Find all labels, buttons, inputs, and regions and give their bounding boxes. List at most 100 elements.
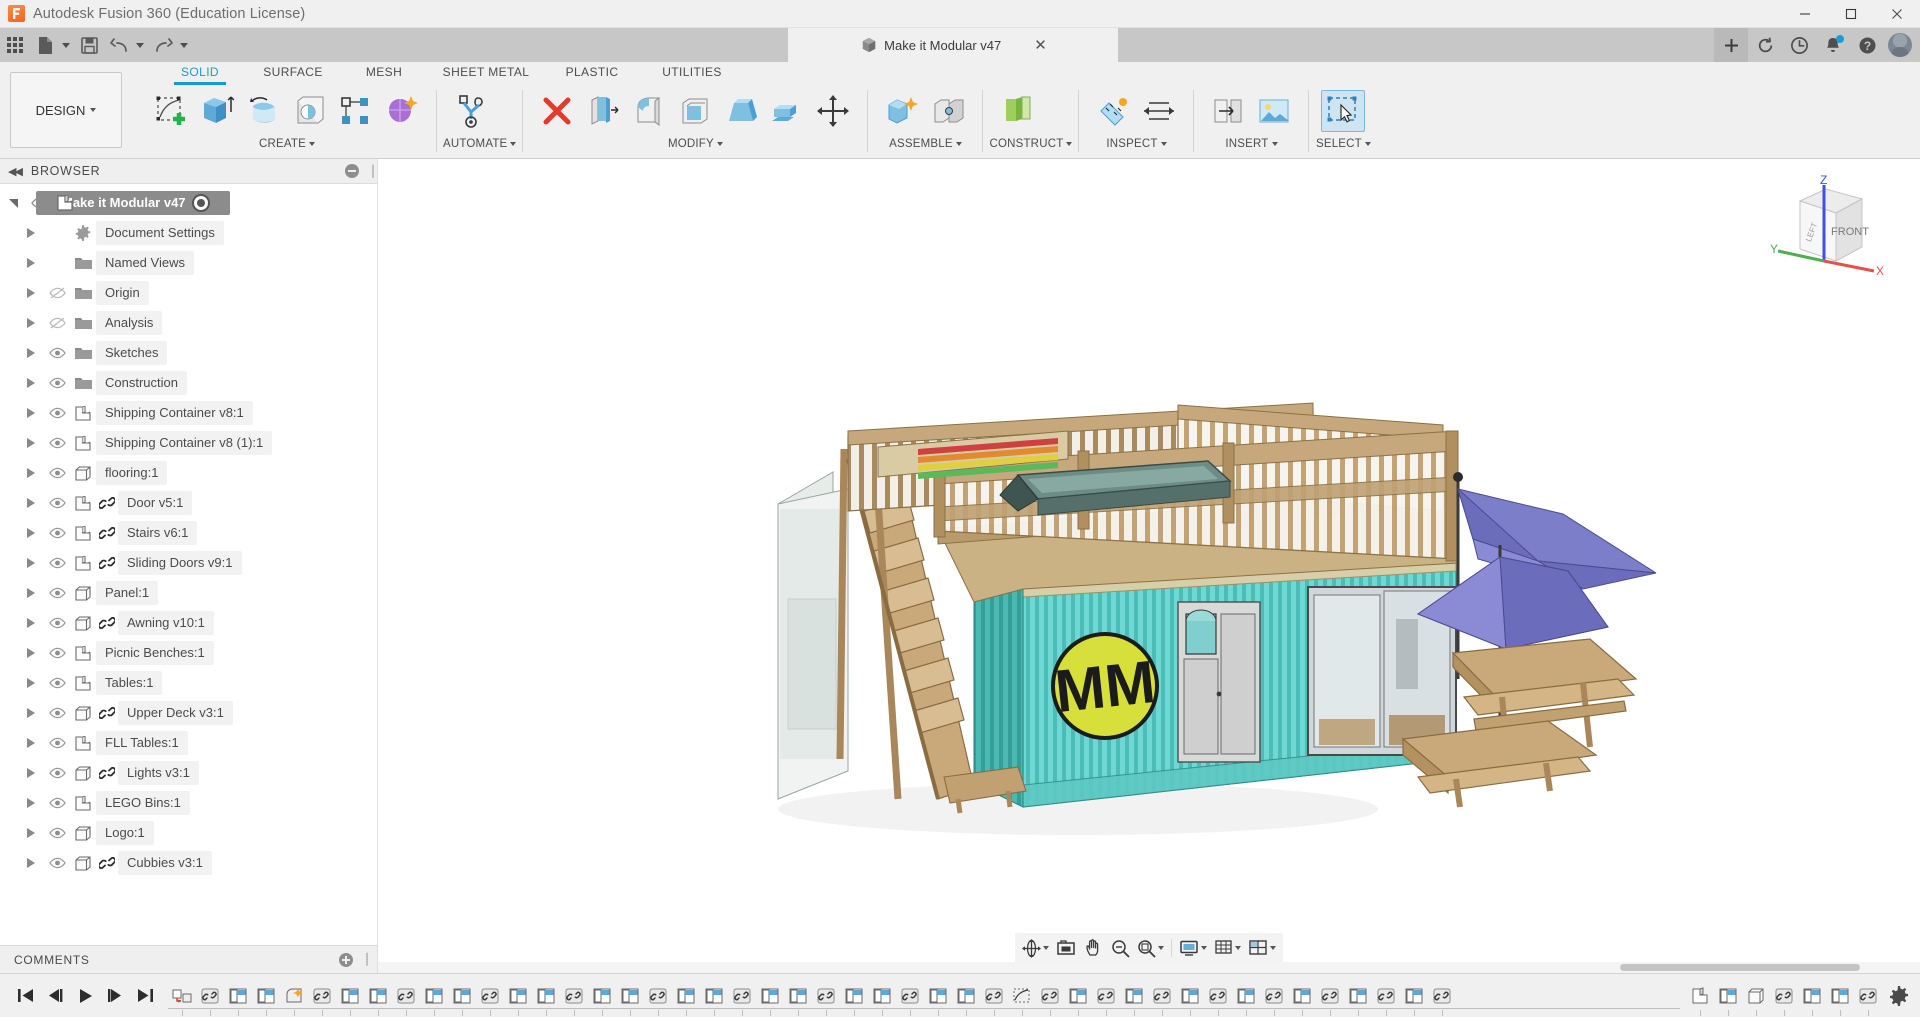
timeline-feature-fillet-feature[interactable] [280, 981, 308, 1016]
tab-surface[interactable]: SURFACE [248, 62, 338, 79]
go-to-beginning-icon[interactable] [12, 983, 38, 1009]
visibility-eye-icon[interactable] [44, 377, 70, 389]
timeline-feature-extrude-feature[interactable] [588, 981, 616, 1016]
tree-row[interactable]: Panel:1 [0, 578, 377, 608]
timeline-feature-joint-feature[interactable] [1316, 981, 1344, 1016]
tree-row[interactable]: Cubbies v3:1 [0, 848, 377, 878]
pan-icon[interactable] [1080, 935, 1106, 961]
activate-component-icon[interactable] [191, 194, 210, 212]
draft-icon[interactable] [719, 90, 763, 132]
visibility-eye-icon[interactable] [44, 437, 70, 449]
combine-icon[interactable] [765, 90, 809, 132]
visibility-eye-icon[interactable] [44, 287, 70, 299]
timeline-feature-extrude-feature[interactable] [1064, 981, 1092, 1016]
timeline-feature-extrude-feature[interactable] [784, 981, 812, 1016]
expand-arrow-icon[interactable] [18, 617, 44, 628]
panel-assemble-label[interactable]: ASSEMBLE [874, 134, 976, 150]
timeline-feature-extrude-feature[interactable] [364, 981, 392, 1016]
horizontal-scrollbar[interactable] [378, 962, 1920, 973]
form-icon[interactable] [380, 90, 424, 132]
expand-arrow-icon[interactable] [18, 437, 44, 448]
timeline-feature-extrude-feature[interactable] [952, 981, 980, 1016]
timeline-feature-extrude-feature[interactable] [672, 981, 700, 1016]
visibility-eye-icon[interactable] [44, 737, 70, 749]
expand-arrow-icon[interactable] [18, 557, 44, 568]
tree-row[interactable]: flooring:1 [0, 458, 377, 488]
visibility-eye-icon[interactable] [44, 797, 70, 809]
clock-icon[interactable] [1782, 28, 1816, 62]
app-grid-icon[interactable] [0, 28, 30, 62]
fillet-icon[interactable] [627, 90, 671, 132]
timeline-feature-joint-feature[interactable] [1770, 981, 1798, 1016]
expand-arrow-icon[interactable] [18, 737, 44, 748]
insert-derive-icon[interactable] [1206, 90, 1250, 132]
tab-utilities[interactable]: UTILITIES [642, 62, 742, 79]
visibility-eye-icon[interactable] [44, 497, 70, 509]
tree-row[interactable]: Shipping Container v8 (1):1 [0, 428, 377, 458]
visibility-eye-icon[interactable] [44, 827, 70, 839]
step-back-icon[interactable] [42, 983, 68, 1009]
visibility-eye-icon[interactable] [44, 707, 70, 719]
timeline-feature-extrude-feature[interactable] [840, 981, 868, 1016]
tree-row[interactable]: Analysis [0, 308, 377, 338]
timeline-feature-joint-feature[interactable] [308, 981, 336, 1016]
tree-row[interactable]: Lights v3:1 [0, 758, 377, 788]
press-pull-icon[interactable] [581, 90, 625, 132]
extrude-icon[interactable] [196, 90, 240, 132]
expand-arrow-icon[interactable] [18, 707, 44, 718]
tree-row[interactable]: Picnic Benches:1 [0, 638, 377, 668]
fit-icon[interactable] [1134, 935, 1167, 961]
visibility-eye-icon[interactable] [44, 407, 70, 419]
delete-icon[interactable] [535, 90, 579, 132]
timeline-feature-extrude-feature[interactable] [868, 981, 896, 1016]
tab-solid[interactable]: SOLID [152, 62, 248, 79]
viewports-caret-icon[interactable] [1270, 946, 1276, 950]
user-avatar[interactable] [1888, 33, 1912, 57]
go-to-end-icon[interactable] [132, 983, 158, 1009]
document-tab[interactable]: Make it Modular v47 ✕ [788, 28, 1118, 62]
timeline-feature-extrude-feature[interactable] [1176, 981, 1204, 1016]
tree-row[interactable]: Logo:1 [0, 818, 377, 848]
undo-caret-icon[interactable] [136, 42, 144, 48]
tree-row[interactable]: Upper Deck v3:1 [0, 698, 377, 728]
revolve-icon[interactable] [242, 90, 286, 132]
expand-arrow-icon[interactable] [18, 287, 44, 298]
panel-automate-label[interactable]: AUTOMATE [443, 134, 517, 150]
visibility-eye-icon[interactable] [44, 857, 70, 869]
expand-arrow-icon[interactable] [18, 647, 44, 658]
timeline-feature-sketch-feature[interactable] [1008, 981, 1036, 1016]
panel-construct-label[interactable]: CONSTRUCT [989, 134, 1073, 150]
zoom-icon[interactable] [1107, 935, 1133, 961]
timeline-feature-joint-feature[interactable] [728, 981, 756, 1016]
new-file-icon[interactable] [30, 36, 60, 55]
scrollbar-thumb[interactable] [1620, 964, 1860, 971]
help-icon[interactable]: ? [1850, 28, 1884, 62]
visibility-eye-icon[interactable] [44, 617, 70, 629]
tree-row[interactable]: FLL Tables:1 [0, 728, 377, 758]
timeline-feature-joint-feature[interactable] [392, 981, 420, 1016]
timeline-feature-extrude-feature[interactable] [1232, 981, 1260, 1016]
timeline-feature-extrude-feature[interactable] [1400, 981, 1428, 1016]
browser-minimize-icon[interactable] [345, 164, 359, 178]
minimize-button[interactable] [1782, 0, 1828, 28]
panel-inspect-label[interactable]: INSPECT [1085, 134, 1187, 150]
timeline-feature-joint-feature[interactable] [1148, 981, 1176, 1016]
save-icon[interactable] [74, 28, 104, 62]
expand-arrow-icon[interactable] [18, 527, 44, 538]
visibility-eye-icon[interactable] [44, 527, 70, 539]
timeline-feature-extrude-feature[interactable] [1344, 981, 1372, 1016]
tree-row[interactable]: Tables:1 [0, 668, 377, 698]
shell-icon[interactable] [673, 90, 717, 132]
tree-row[interactable]: Shipping Container v8:1 [0, 398, 377, 428]
visibility-eye-icon[interactable] [44, 557, 70, 569]
timeline-feature-extrude-feature[interactable] [756, 981, 784, 1016]
timeline-feature-joint-feature[interactable] [476, 981, 504, 1016]
tab-sheet-metal[interactable]: SHEET METAL [430, 62, 542, 79]
timeline-feature-extrude-feature[interactable] [616, 981, 644, 1016]
expand-arrow-icon[interactable] [18, 467, 44, 478]
timeline-feature-joint-feature[interactable] [896, 981, 924, 1016]
timeline-feature-extrude-feature[interactable] [1826, 981, 1854, 1016]
orbit-caret-icon[interactable] [1043, 946, 1049, 950]
gear-icon[interactable] [1884, 981, 1914, 1011]
create-sketch-icon[interactable] [150, 90, 194, 132]
